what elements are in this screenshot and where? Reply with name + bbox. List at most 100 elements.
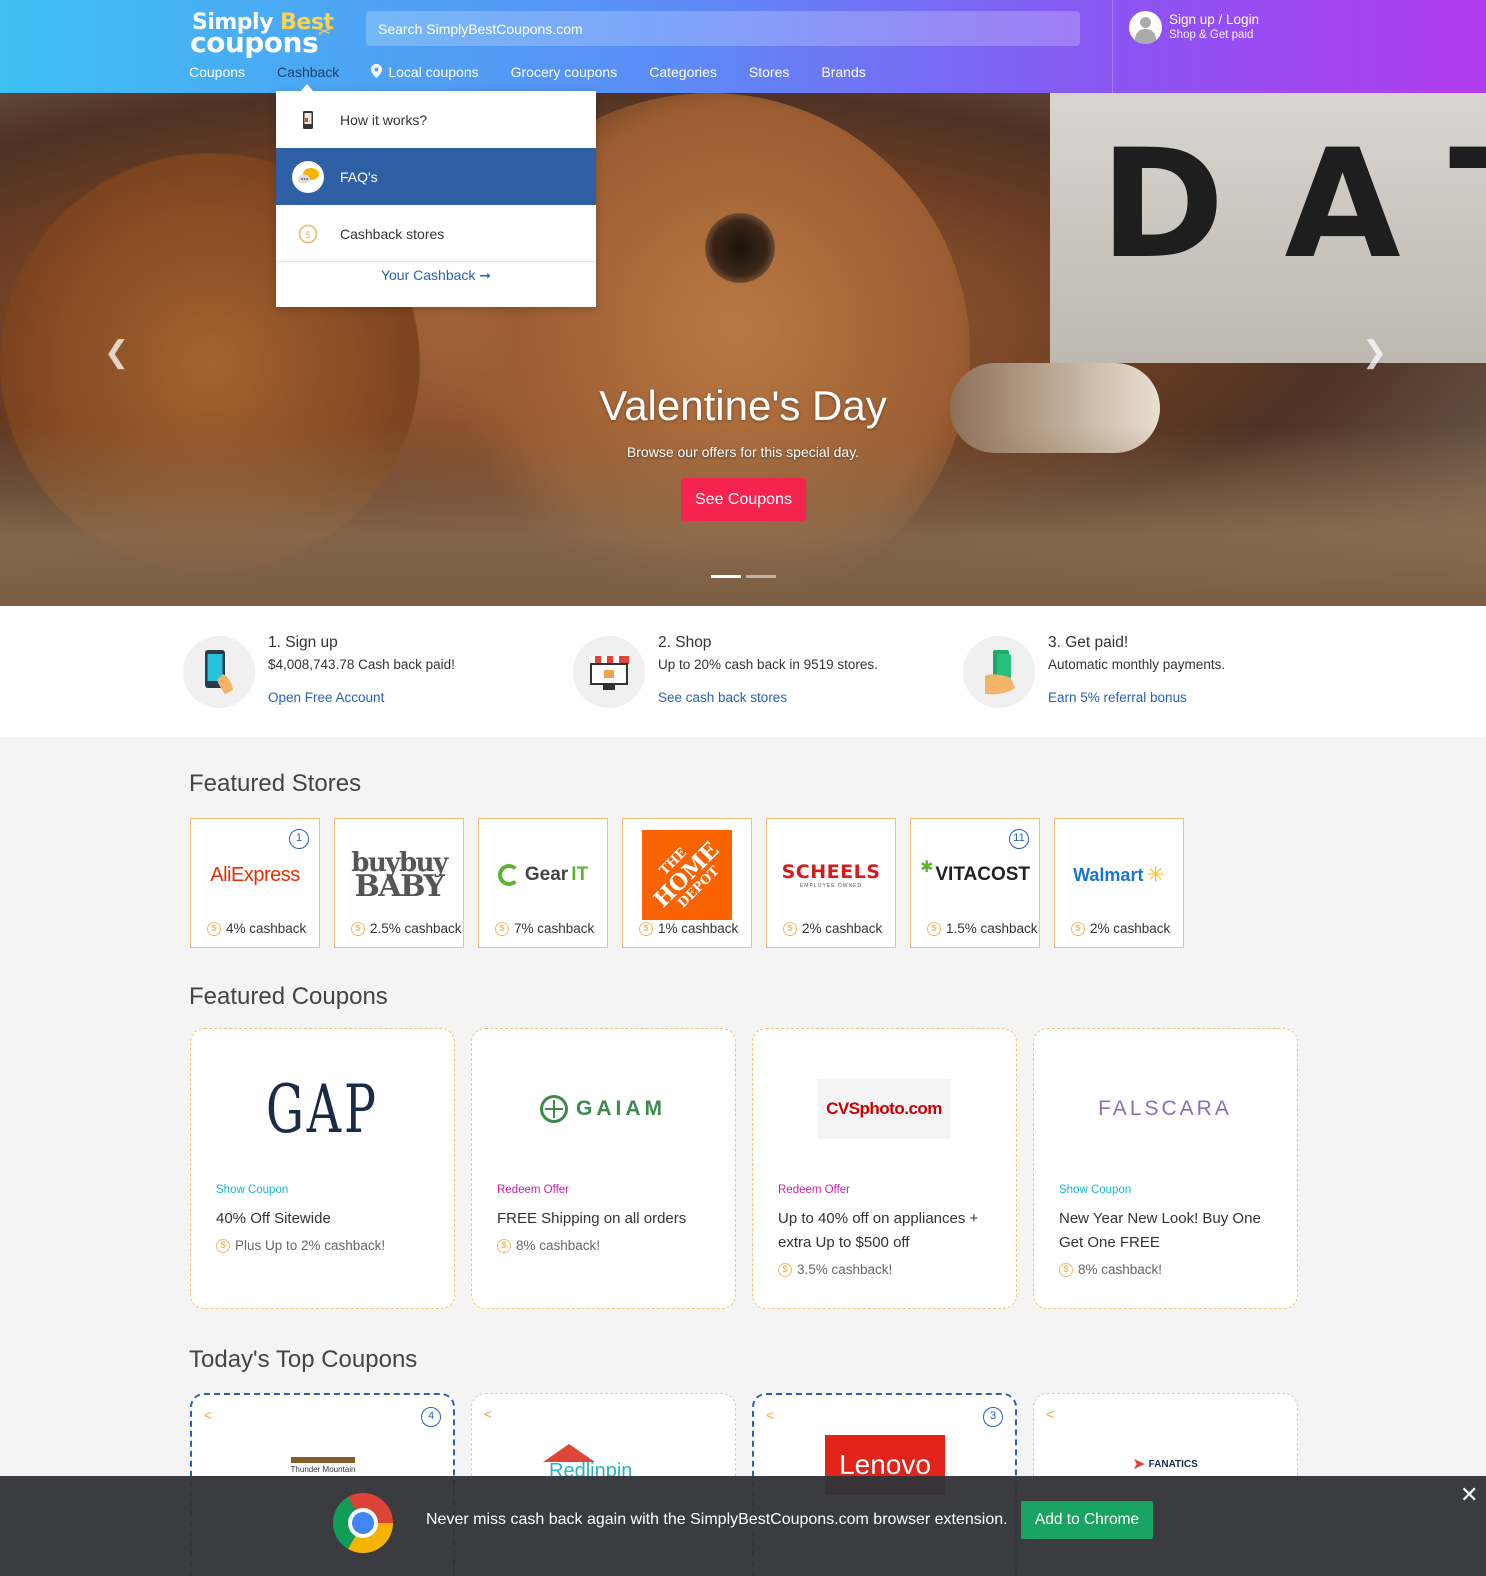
add-to-chrome-button[interactable]: Add to Chrome xyxy=(1021,1501,1153,1539)
coupon-card-gaiam[interactable]: GAIAM Redeem Offer FREE Shipping on all … xyxy=(471,1028,736,1309)
coupon-title: 40% Off Sitewide xyxy=(216,1210,331,1227)
user-avatar-icon[interactable] xyxy=(1129,11,1162,44)
coin-icon: $ xyxy=(216,1238,230,1253)
coin-icon: $ xyxy=(1071,921,1085,936)
dropdown-item-how-it-works[interactable]: How it works? xyxy=(276,91,596,148)
scheels-logo: SCHEELS EMPLOYEE OWNED xyxy=(781,861,881,889)
scissors-icon: ✂ xyxy=(318,24,332,41)
share-icon[interactable]: < xyxy=(1046,1406,1054,1422)
store-card-home-depot[interactable]: THE HOME DEPOT $1% cashback xyxy=(622,818,752,948)
close-icon[interactable]: ✕ xyxy=(1460,1482,1478,1508)
coin-icon: $ xyxy=(783,921,797,936)
cvsphoto-logo: CVSphoto.com xyxy=(753,1049,1015,1169)
gear-it-swirl-icon xyxy=(497,864,520,886)
gaiam-flower-icon xyxy=(540,1095,568,1123)
referral-bonus-link[interactable]: Earn 5% referral bonus xyxy=(1048,690,1187,705)
vitacost-logo: ✱ VITACOST xyxy=(919,859,1031,885)
nav-brands[interactable]: Brands xyxy=(821,62,865,82)
hero-title: Valentine's Day xyxy=(599,382,887,429)
main-nav: Coupons Cashback Local coupons Grocery c… xyxy=(189,62,898,82)
gaiam-logo: GAIAM xyxy=(472,1049,734,1169)
coupon-card-gap[interactable]: GAP Show Coupon 40% Off Sitewide $ Plus U… xyxy=(190,1028,455,1309)
share-icon[interactable]: < xyxy=(484,1406,492,1422)
gap-logo: GAP xyxy=(265,1070,379,1148)
arrow-right-icon: ➞ xyxy=(479,267,492,283)
leaf-icon: ✱ xyxy=(919,859,934,876)
store-card-gear-it[interactable]: Gear IT $7% cashback xyxy=(478,818,608,948)
share-icon[interactable]: < xyxy=(204,1407,212,1423)
signup-login-link[interactable]: Sign up / Login xyxy=(1169,12,1259,27)
store-card-buybuy-baby[interactable]: buybuy BABY $2.5% cashback xyxy=(334,818,464,948)
coin-icon: $ xyxy=(639,921,653,936)
carousel-dot-2[interactable] xyxy=(746,575,776,578)
see-cashback-stores-link[interactable]: See cash back stores xyxy=(658,690,787,705)
phone-tap-icon xyxy=(183,636,255,708)
coin-icon: $ xyxy=(351,921,365,936)
show-coupon-label[interactable]: Show Coupon xyxy=(1059,1184,1131,1196)
walmart-logo: Walmart ✳ xyxy=(1073,862,1165,887)
buybuy-baby-logo: buybuy BABY xyxy=(351,848,448,904)
extension-promo-text: Never miss cash back again with the Simp… xyxy=(426,1511,1008,1528)
letter-board-text: DATE xyxy=(1100,118,1486,292)
search-input[interactable] xyxy=(366,11,1080,46)
store-card-scheels[interactable]: SCHEELS EMPLOYEE OWNED $2% cashback xyxy=(766,818,896,948)
coupon-count-badge: 3 xyxy=(983,1407,1003,1427)
carousel-dot-1[interactable] xyxy=(711,575,741,578)
hero-subtitle: Browse our offers for this special day. xyxy=(626,444,860,460)
store-card-walmart[interactable]: Walmart ✳ $2% cashback xyxy=(1054,818,1184,948)
extension-promo-bar: Never miss cash back again with the Simp… xyxy=(0,1476,1486,1576)
svg-text:$: $ xyxy=(305,230,311,241)
redeem-offer-label[interactable]: Redeem Offer xyxy=(497,1184,569,1196)
site-logo[interactable]: Simply Best coupons ✂ xyxy=(190,8,340,59)
header-divider xyxy=(1112,0,1113,93)
step-get-paid: 3. Get paid! Automatic monthly payments.… xyxy=(963,606,1343,737)
nav-local-coupons[interactable]: Local coupons xyxy=(371,62,479,82)
coupon-title: Up to 40% off on appliances + extra Up t… xyxy=(778,1210,979,1251)
redeem-offer-label[interactable]: Redeem Offer xyxy=(778,1184,850,1196)
your-cashback-link[interactable]: Your Cashback ➞ xyxy=(276,267,596,284)
nav-stores[interactable]: Stores xyxy=(749,62,789,82)
coupon-card-falscara[interactable]: FALSCARA Show Coupon New Year New Look! … xyxy=(1033,1028,1298,1309)
how-it-works-steps: 1. Sign up $4,008,743.78 Cash back paid!… xyxy=(0,606,1486,737)
carousel-next-icon[interactable]: ❯ xyxy=(1362,335,1387,370)
open-free-account-link[interactable]: Open Free Account xyxy=(268,690,384,705)
falscara-logo: FALSCARA xyxy=(1098,1097,1232,1120)
site-header: Simply Best coupons ✂ Sign up / Login Sh… xyxy=(0,0,1486,93)
coupon-title: New Year New Look! Buy One Get One FREE xyxy=(1059,1210,1261,1251)
coin-icon: $ xyxy=(207,921,221,936)
home-depot-logo: THE HOME DEPOT xyxy=(623,827,751,923)
store-card-vitacost[interactable]: 11 ✱ VITACOST $1.5% cashback xyxy=(910,818,1040,948)
signup-subtitle: Shop & Get paid xyxy=(1169,29,1254,41)
location-pin-icon xyxy=(371,63,383,81)
money-hand-icon xyxy=(963,636,1035,708)
coupon-title: FREE Shipping on all orders xyxy=(497,1210,687,1227)
step-signup: 1. Sign up $4,008,743.78 Cash back paid!… xyxy=(183,606,563,737)
coupon-card-cvsphoto[interactable]: CVSphoto.com Redeem Offer Up to 40% off … xyxy=(752,1028,1017,1309)
dropdown-item-faqs[interactable]: FAQ's xyxy=(276,148,596,205)
store-card-aliexpress[interactable]: 1 AliExpress $4% cashback xyxy=(190,818,320,948)
coin-icon: $ xyxy=(497,1238,511,1253)
dropdown-caret xyxy=(300,84,314,92)
featured-coupons-title: Featured Coupons xyxy=(189,983,388,1010)
coin-icon: $ xyxy=(495,921,509,936)
aliexpress-logo: AliExpress xyxy=(210,863,300,886)
show-coupon-label[interactable]: Show Coupon xyxy=(216,1184,288,1196)
hero-banner: DATE xyxy=(0,93,1486,606)
see-coupons-button[interactable]: See Coupons xyxy=(681,478,806,521)
nav-coupons[interactable]: Coupons xyxy=(189,62,245,82)
dropdown-item-cashback-stores[interactable]: $ Cashback stores xyxy=(276,205,596,262)
featured-stores-title: Featured Stores xyxy=(189,770,362,797)
chrome-logo-icon xyxy=(333,1493,393,1553)
gear-it-logo: Gear IT xyxy=(479,827,607,923)
cashback-dropdown: How it works? FAQ's $ Cashback stores Yo… xyxy=(276,91,596,307)
storefront-icon xyxy=(573,636,645,708)
coin-icon: $ xyxy=(927,921,941,936)
coin-icon: $ xyxy=(778,1262,792,1277)
nav-cashback[interactable]: Cashback xyxy=(277,62,339,82)
nav-categories[interactable]: Categories xyxy=(649,62,717,82)
carousel-prev-icon[interactable]: ❮ xyxy=(104,335,129,370)
nav-grocery-coupons[interactable]: Grocery coupons xyxy=(511,62,618,82)
walmart-spark-icon: ✳ xyxy=(1146,862,1165,887)
share-icon[interactable]: < xyxy=(766,1407,774,1423)
chat-bubble-icon xyxy=(292,160,324,193)
